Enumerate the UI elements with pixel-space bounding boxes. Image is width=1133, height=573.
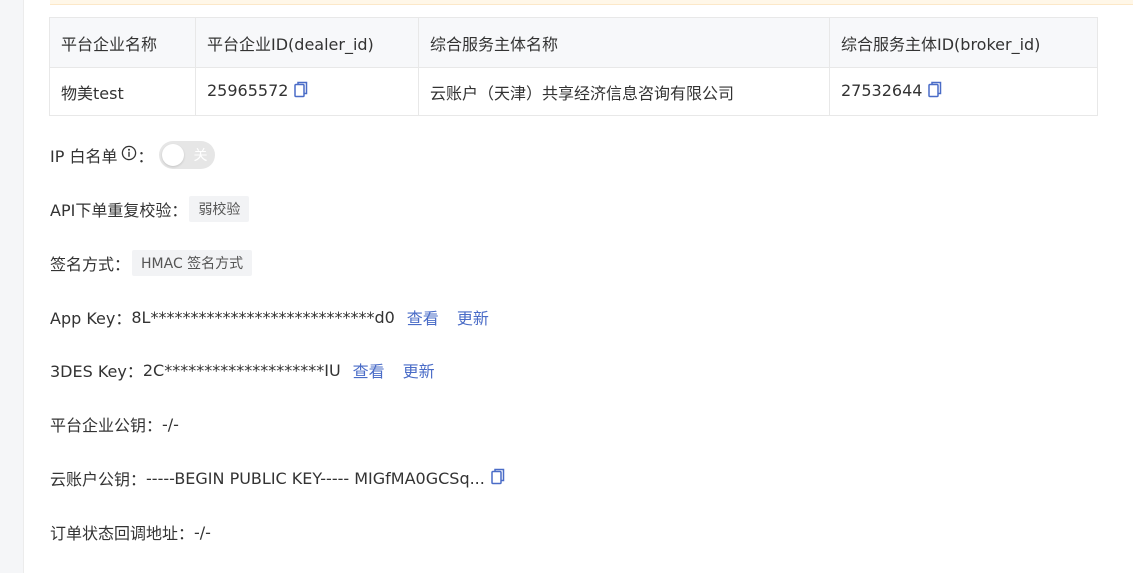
info-table: 平台企业名称 平台企业ID(dealer_id) 综合服务主体名称 综合服务主体… <box>49 17 1098 116</box>
table-header-row: 平台企业名称 平台企业ID(dealer_id) 综合服务主体名称 综合服务主体… <box>49 17 1098 68</box>
cell-dealer-name: 物美test <box>49 67 196 116</box>
header-dealer-id: 平台企业ID(dealer_id) <box>195 17 419 68</box>
ip-whitelist-label: IP 白名单 <box>50 147 118 166</box>
toggle-knob <box>162 144 185 166</box>
dealer-pubkey-value: -/- <box>162 414 179 434</box>
copy-icon[interactable] <box>491 468 505 489</box>
sign-method-tag: HMAC 签名方式 <box>132 250 253 276</box>
dealer-pubkey-label: 平台企业公钥： <box>50 416 163 435</box>
dealer-pubkey-row: 平台企业公钥： -/- <box>50 412 179 436</box>
header-dealer-name: 平台企业名称 <box>49 17 196 68</box>
header-broker-id: 综合服务主体ID(broker_id) <box>829 17 1098 68</box>
header-broker-name: 综合服务主体名称 <box>418 17 830 68</box>
cell-broker-id: 27532644 <box>829 67 1098 116</box>
copy-icon[interactable] <box>928 81 942 102</box>
broker-name-value: 云账户（天津）共享经济信息咨询有限公司 <box>430 83 735 103</box>
callback-url-label: 订单状态回调地址： <box>50 524 195 543</box>
yzh-pubkey-row: 云账户公钥： -----BEGIN PUBLIC KEY----- MIGfMA… <box>50 466 505 490</box>
api-check-label: API下单重复校验： <box>50 201 188 220</box>
dealer-id-value: 25965572 <box>207 81 289 100</box>
yzh-pubkey-value: -----BEGIN PUBLIC KEY----- MIGfMA0GCSq..… <box>146 468 485 488</box>
callback-url-value: -/- <box>194 522 211 542</box>
app-key-value: 8L****************************d0 <box>131 307 395 327</box>
api-check-row: API下单重复校验： 弱校验 <box>50 196 250 222</box>
top-banner <box>50 0 1133 5</box>
des-key-label: 3DES Key： <box>50 362 143 381</box>
broker-id-value: 27532644 <box>841 81 923 100</box>
app-key-view-link[interactable]: 查看 <box>407 305 439 329</box>
des-key-row: 3DES Key： 2C********************IU 查看 更新 <box>50 358 435 382</box>
app-key-label: App Key： <box>50 309 132 328</box>
des-key-update-link[interactable]: 更新 <box>403 358 435 382</box>
cell-broker-name: 云账户（天津）共享经济信息咨询有限公司 <box>418 67 830 116</box>
cell-dealer-id: 25965572 <box>195 67 419 116</box>
sign-method-label: 签名方式： <box>50 255 131 274</box>
ip-whitelist-toggle[interactable]: 关 <box>159 141 216 169</box>
ip-whitelist-colon: ： <box>137 147 154 166</box>
info-icon[interactable] <box>121 145 137 165</box>
sign-method-row: 签名方式： HMAC 签名方式 <box>50 250 253 276</box>
callback-url-row: 订单状态回调地址： -/- <box>50 520 211 544</box>
toggle-label: 关 <box>193 148 208 164</box>
yzh-pubkey-label: 云账户公钥： <box>50 470 147 489</box>
dealer-name-value: 物美test <box>61 83 124 103</box>
left-rail <box>0 0 24 573</box>
des-key-value: 2C********************IU <box>142 360 341 380</box>
ip-whitelist-row: IP 白名单 ： 关 <box>50 141 216 169</box>
des-key-view-link[interactable]: 查看 <box>353 358 385 382</box>
table-row: 物美test 25965572 云账户（天津）共享经济信息咨询有限公司 2753… <box>49 67 1098 116</box>
copy-icon[interactable] <box>294 81 308 102</box>
api-check-tag: 弱校验 <box>189 196 250 222</box>
app-key-update-link[interactable]: 更新 <box>457 305 489 329</box>
app-key-row: App Key： 8L****************************d… <box>50 305 489 329</box>
